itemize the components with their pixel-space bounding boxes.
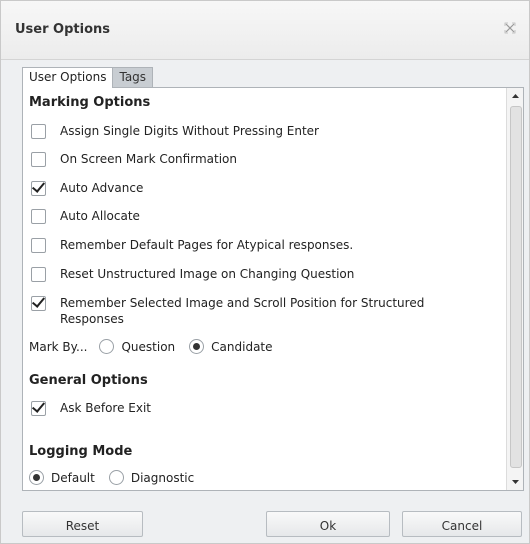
logging-mode-row: Default Diagnostic <box>29 470 208 485</box>
checkbox-remember-default-pages[interactable] <box>31 238 46 253</box>
dialog-title: User Options <box>15 22 110 37</box>
option-on-screen-mark-confirmation[interactable]: On Screen Mark Confirmation <box>31 151 237 167</box>
option-auto-allocate[interactable]: Auto Allocate <box>31 208 140 224</box>
marking-options-heading: Marking Options <box>29 95 151 110</box>
option-remember-default-pages[interactable]: Remember Default Pages for Atypical resp… <box>31 237 353 253</box>
radio-mark-by-question[interactable] <box>99 339 115 354</box>
scrollbar-thumb[interactable] <box>510 106 522 468</box>
scroll-up-arrow-icon[interactable] <box>507 88 524 104</box>
checkbox-on-screen-mark-confirmation[interactable] <box>31 152 46 167</box>
option-label: Auto Advance <box>60 181 144 195</box>
option-auto-advance[interactable]: Auto Advance <box>31 179 144 196</box>
tab-user-options[interactable]: User Options <box>22 67 114 88</box>
tab-tags[interactable]: Tags <box>112 67 154 87</box>
option-label: On Screen Mark Confirmation <box>60 152 237 166</box>
checkbox-remember-selected-image[interactable] <box>31 294 46 311</box>
vertical-scrollbar[interactable] <box>506 88 524 490</box>
option-reset-unstructured-image[interactable]: Reset Unstructured Image on Changing Que… <box>31 266 354 282</box>
radio-logging-diagnostic[interactable] <box>108 470 124 485</box>
options-panel: Marking Options Assign Single Digits Wit… <box>22 87 524 491</box>
radio-logging-default[interactable] <box>29 470 44 485</box>
radio-mark-by-candidate[interactable] <box>189 339 205 354</box>
close-icon[interactable] <box>503 21 517 35</box>
option-label-line-2: Responses <box>60 312 124 326</box>
option-label: Remember Selected Image and Scroll Posit… <box>60 295 424 327</box>
scroll-down-arrow-icon[interactable] <box>507 474 524 490</box>
option-assign-single-digits[interactable]: Assign Single Digits Without Pressing En… <box>31 123 319 139</box>
option-label: Reset Unstructured Image on Changing Que… <box>60 267 355 281</box>
radio-label-default[interactable]: Default <box>51 471 95 485</box>
option-label: Ask Before Exit <box>60 401 151 415</box>
option-label-line-1: Remember Selected Image and Scroll Posit… <box>60 296 425 310</box>
cancel-button[interactable]: Cancel <box>402 511 522 537</box>
option-remember-selected-image[interactable]: Remember Selected Image and Scroll Posit… <box>31 294 424 327</box>
options-scroll-area[interactable]: Marking Options Assign Single Digits Wit… <box>23 88 506 490</box>
option-label: Assign Single Digits Without Pressing En… <box>60 124 319 138</box>
option-label: Remember Default Pages for Atypical resp… <box>60 238 354 252</box>
reset-button[interactable]: Reset <box>22 511 143 537</box>
checkbox-auto-allocate[interactable] <box>31 209 46 224</box>
checkbox-reset-unstructured-image[interactable] <box>31 267 46 282</box>
ok-button[interactable]: Ok <box>266 511 390 537</box>
dialog-content: User Options Tags Marking Options Assign… <box>1 60 529 543</box>
radio-label-candidate[interactable]: Candidate <box>211 340 272 354</box>
radio-label-question[interactable]: Question <box>121 340 175 354</box>
general-options-heading: General Options <box>29 373 148 388</box>
tab-bar: User Options Tags <box>22 67 154 88</box>
checkbox-assign-single-digits[interactable] <box>31 124 46 139</box>
radio-label-diagnostic[interactable]: Diagnostic <box>131 471 194 485</box>
dialog-titlebar[interactable]: User Options <box>1 1 529 60</box>
option-ask-before-exit[interactable]: Ask Before Exit <box>31 399 151 416</box>
option-label: Auto Allocate <box>60 209 140 223</box>
mark-by-row: Mark By... Question Candidate <box>29 339 287 354</box>
logging-mode-heading: Logging Mode <box>29 444 133 459</box>
mark-by-label: Mark By... <box>29 339 88 354</box>
checkbox-auto-advance[interactable] <box>31 179 46 196</box>
user-options-dialog: User Options User Options Tags Marking O… <box>0 0 530 544</box>
checkbox-ask-before-exit[interactable] <box>31 399 46 416</box>
